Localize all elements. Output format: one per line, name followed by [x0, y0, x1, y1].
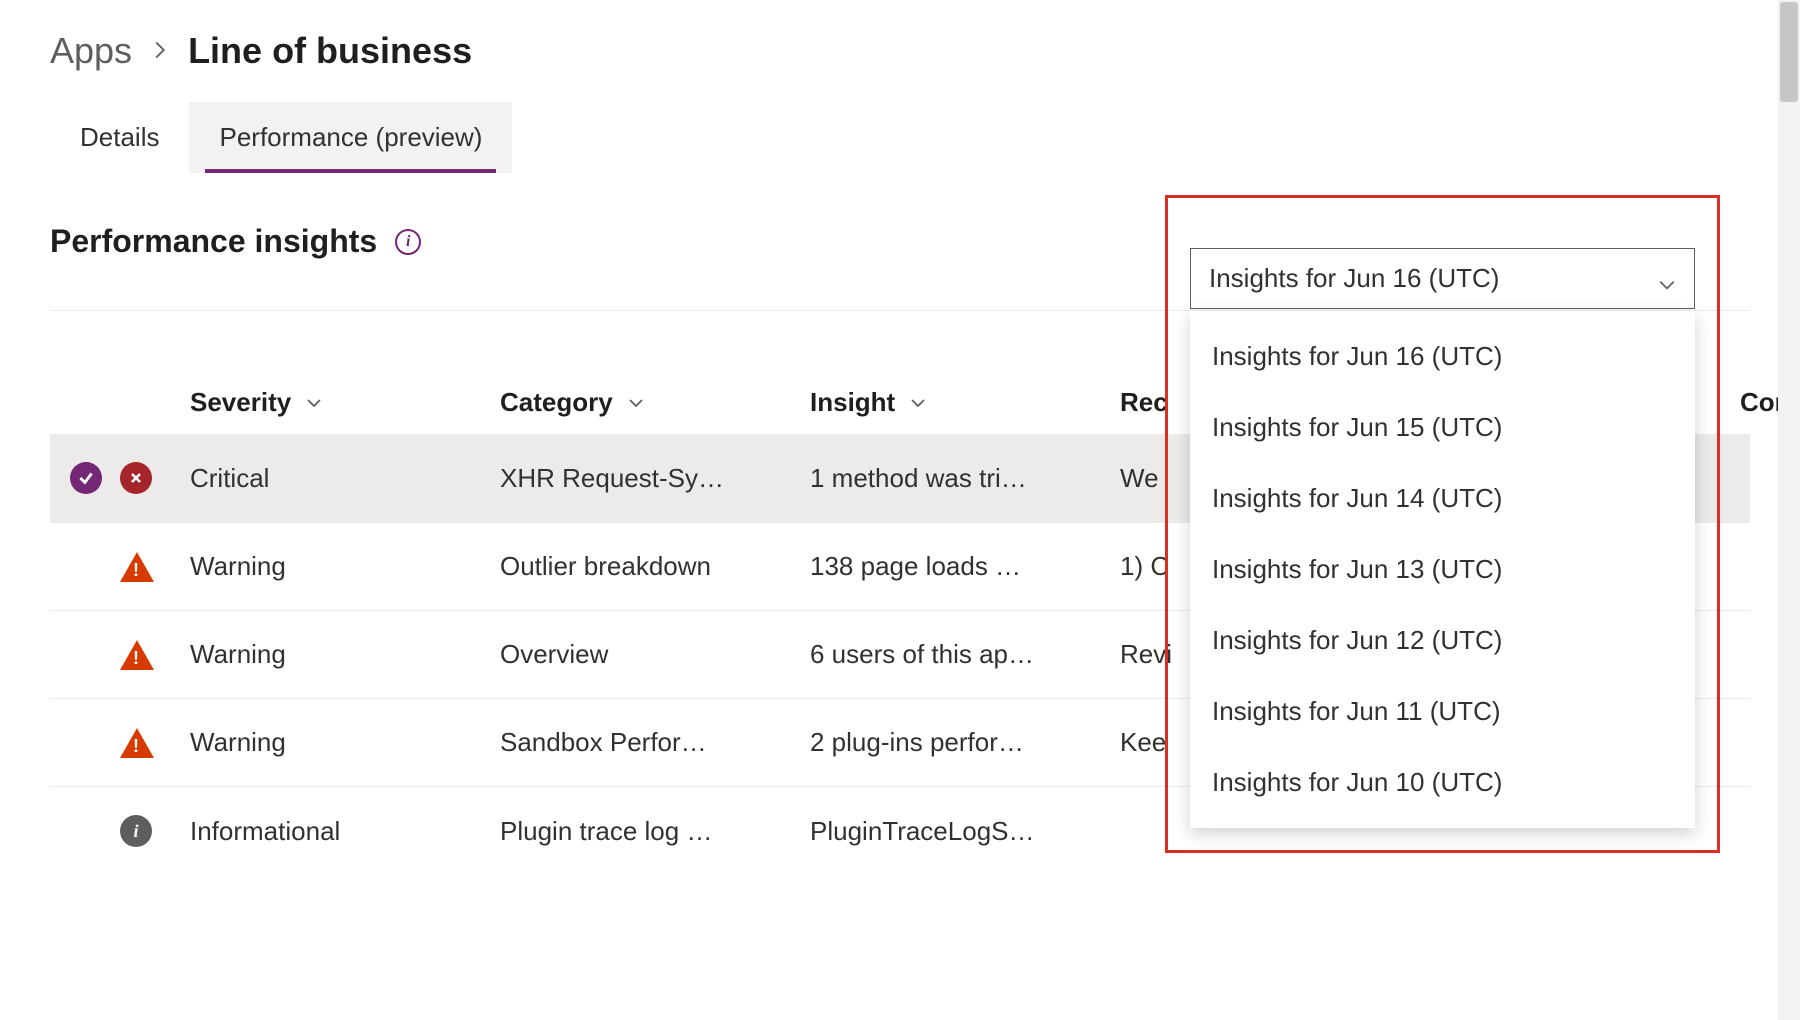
cell-category: XHR Request-Sy…	[500, 463, 810, 494]
tab-details[interactable]: Details	[50, 102, 189, 173]
breadcrumb: Apps Line of business	[50, 30, 1750, 72]
warning-icon	[120, 728, 154, 758]
column-recommendation[interactable]: Rec	[1120, 387, 1168, 417]
chevron-down-icon	[1658, 270, 1676, 288]
date-dropdown-value: Insights for Jun 16 (UTC)	[1209, 263, 1499, 294]
tab-performance[interactable]: Performance (preview)	[189, 102, 512, 173]
section-title: Performance insights	[50, 223, 377, 260]
row-selected-icon[interactable]	[70, 462, 102, 494]
info-icon[interactable]: i	[395, 229, 421, 255]
cell-category: Sandbox Perfor…	[500, 727, 810, 758]
chevron-right-icon	[150, 34, 170, 68]
chevron-down-icon	[628, 387, 644, 403]
cell-insight: 138 page loads …	[810, 551, 1120, 582]
column-insight[interactable]: Insight	[810, 387, 895, 417]
dropdown-option[interactable]: Insights for Jun 12 (UTC)	[1190, 605, 1695, 676]
cell-insight: 6 users of this ap…	[810, 639, 1120, 670]
cell-severity: Warning	[190, 551, 500, 582]
critical-icon	[120, 462, 152, 494]
cell-severity: Warning	[190, 727, 500, 758]
chevron-down-icon	[910, 387, 926, 403]
tab-list: Details Performance (preview)	[50, 102, 1750, 173]
cell-category: Outlier breakdown	[500, 551, 810, 582]
page-title: Line of business	[188, 30, 472, 72]
breadcrumb-root[interactable]: Apps	[50, 30, 132, 72]
cell-severity: Warning	[190, 639, 500, 670]
date-dropdown-highlight: Insights for Jun 16 (UTC) Insights for J…	[1165, 195, 1720, 853]
date-dropdown-list: Insights for Jun 16 (UTC) Insights for J…	[1190, 311, 1695, 828]
scrollbar-thumb[interactable]	[1780, 2, 1798, 102]
cell-severity: Informational	[190, 816, 500, 847]
date-dropdown[interactable]: Insights for Jun 16 (UTC)	[1190, 248, 1695, 309]
cell-category: Plugin trace log …	[500, 816, 810, 847]
dropdown-option[interactable]: Insights for Jun 11 (UTC)	[1190, 676, 1695, 747]
chevron-down-icon	[306, 387, 322, 403]
dropdown-option[interactable]: Insights for Jun 14 (UTC)	[1190, 463, 1695, 534]
dropdown-option[interactable]: Insights for Jun 15 (UTC)	[1190, 392, 1695, 463]
warning-icon	[120, 552, 154, 582]
cell-insight: PluginTraceLogS…	[810, 816, 1120, 847]
cell-insight: 1 method was tri…	[810, 463, 1120, 494]
cell-category: Overview	[500, 639, 810, 670]
column-category[interactable]: Category	[500, 387, 613, 417]
column-severity[interactable]: Severity	[190, 387, 291, 417]
info-severity-icon: i	[120, 815, 152, 847]
vertical-scrollbar[interactable]	[1778, 0, 1800, 1020]
dropdown-option[interactable]: Insights for Jun 16 (UTC)	[1190, 321, 1695, 392]
dropdown-option[interactable]: Insights for Jun 13 (UTC)	[1190, 534, 1695, 605]
dropdown-option[interactable]: Insights for Jun 10 (UTC)	[1190, 747, 1695, 818]
warning-icon	[120, 640, 154, 670]
cell-severity: Critical	[190, 463, 500, 494]
cell-insight: 2 plug-ins perfor…	[810, 727, 1120, 758]
